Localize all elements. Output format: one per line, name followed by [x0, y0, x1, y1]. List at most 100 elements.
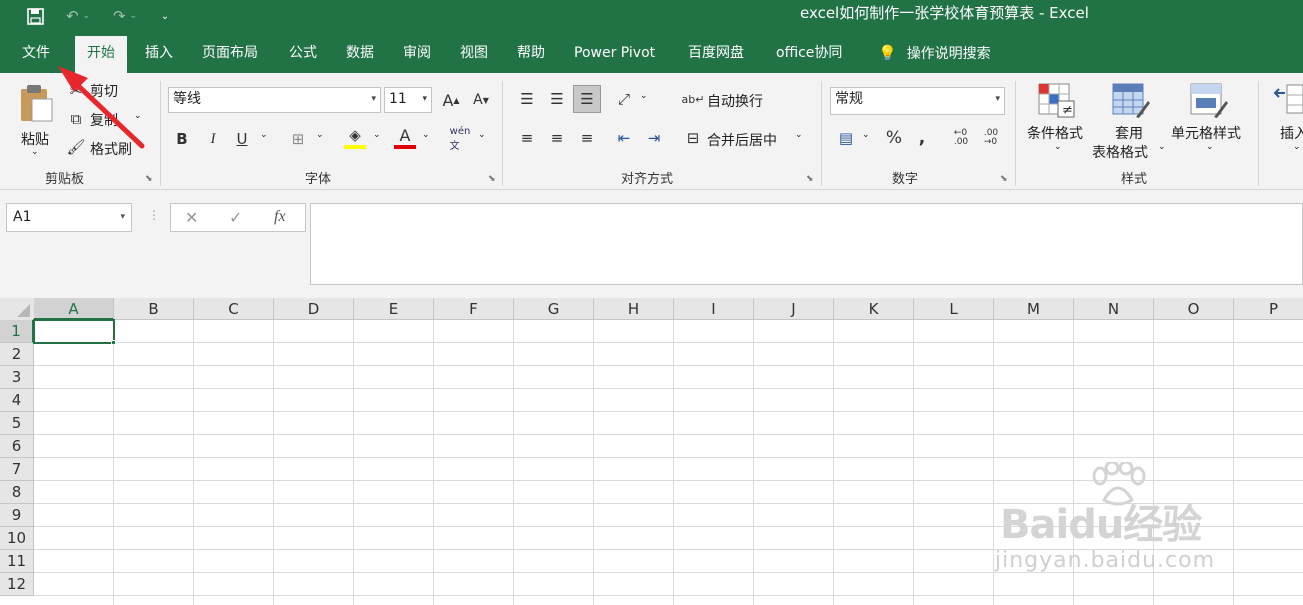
font-color-dropdown-icon[interactable]: ⌄: [422, 130, 430, 140]
borders-dropdown-icon[interactable]: ⌄: [316, 130, 324, 140]
column-header[interactable]: H: [594, 298, 674, 320]
merge-center-button[interactable]: 合并后居中: [707, 130, 777, 150]
decrease-decimal-icon[interactable]: .00 →0: [980, 127, 1002, 149]
number-launcher-icon[interactable]: ⬊: [1000, 174, 1008, 184]
align-bottom-icon[interactable]: ☰: [573, 85, 601, 113]
drag-handle-icon[interactable]: ⋮: [148, 208, 160, 222]
select-all-icon[interactable]: [0, 298, 34, 320]
column-header[interactable]: P: [1234, 298, 1303, 320]
number-format-select[interactable]: 常规 ▾: [830, 87, 1005, 115]
redo-icon[interactable]: ↷ ⌄: [105, 4, 145, 28]
tab-data[interactable]: 数据: [346, 36, 374, 73]
increase-font-size-icon[interactable]: A ▲: [440, 89, 462, 111]
undo-icon[interactable]: ↶ ⌄: [58, 4, 98, 28]
cut-button[interactable]: 剪切: [90, 81, 118, 101]
row-header[interactable]: 5: [0, 412, 34, 435]
row-header[interactable]: 6: [0, 435, 34, 458]
orientation-dropdown-icon[interactable]: ⌄: [640, 91, 648, 101]
row-header[interactable]: 12: [0, 573, 34, 596]
column-header[interactable]: M: [994, 298, 1074, 320]
tab-file[interactable]: 文件: [22, 36, 50, 73]
font-name-select[interactable]: 等线 ▾: [168, 87, 381, 113]
column-header[interactable]: O: [1154, 298, 1234, 320]
increase-indent-icon[interactable]: ⇥: [642, 126, 666, 150]
cell-styles-dropdown-icon[interactable]: ⌄: [1206, 142, 1214, 152]
row-header[interactable]: 4: [0, 389, 34, 412]
selected-cell-a1[interactable]: [33, 319, 115, 344]
row-header[interactable]: 1: [0, 320, 34, 343]
column-header[interactable]: D: [274, 298, 354, 320]
column-header[interactable]: J: [754, 298, 834, 320]
column-header[interactable]: F: [434, 298, 514, 320]
name-box[interactable]: A1 ▾: [6, 203, 132, 232]
underline-button[interactable]: U: [232, 128, 252, 150]
customize-quick-access-icon[interactable]: ⌄: [155, 4, 175, 28]
formula-input[interactable]: [310, 203, 1303, 285]
clipboard-launcher-icon[interactable]: ⬊: [145, 174, 153, 184]
row-header[interactable]: 8: [0, 481, 34, 504]
column-header[interactable]: I: [674, 298, 754, 320]
row-header[interactable]: 3: [0, 366, 34, 389]
tab-formulas[interactable]: 公式: [289, 36, 317, 73]
phonetic-dropdown-icon[interactable]: ⌄: [478, 130, 486, 140]
enter-icon[interactable]: ✓: [229, 208, 242, 227]
row-header[interactable]: 7: [0, 458, 34, 481]
column-header[interactable]: K: [834, 298, 914, 320]
comma-style-button[interactable]: ,: [913, 127, 931, 149]
column-header[interactable]: C: [194, 298, 274, 320]
column-header[interactable]: E: [354, 298, 434, 320]
insert-dropdown-icon[interactable]: ⌄: [1293, 142, 1301, 152]
cell-styles-button[interactable]: 单元格样式: [1171, 123, 1241, 143]
insert-cells-button[interactable]: 插入: [1280, 123, 1303, 143]
copy-dropdown-icon[interactable]: ⌄: [134, 111, 142, 121]
borders-icon[interactable]: ⊞: [287, 128, 309, 150]
row-header[interactable]: 10: [0, 527, 34, 550]
fill-color-dropdown-icon[interactable]: ⌄: [373, 130, 381, 140]
tab-baidu-netdisk[interactable]: 百度网盘: [688, 36, 744, 73]
tab-insert[interactable]: 插入: [145, 36, 173, 73]
column-header[interactable]: A: [34, 298, 114, 320]
column-header[interactable]: G: [514, 298, 594, 320]
orientation-icon[interactable]: ⤢: [612, 87, 636, 111]
column-header[interactable]: B: [114, 298, 194, 320]
font-size-select[interactable]: 11 ▾: [384, 87, 432, 113]
format-as-table-label-2[interactable]: 表格格式: [1092, 142, 1148, 162]
column-header[interactable]: L: [914, 298, 994, 320]
tab-office-collab[interactable]: office协同: [776, 36, 842, 73]
tab-home[interactable]: 开始: [75, 36, 127, 73]
font-launcher-icon[interactable]: ⬊: [488, 174, 496, 184]
row-header[interactable]: 9: [0, 504, 34, 527]
percent-style-button[interactable]: %: [883, 127, 905, 149]
row-header[interactable]: 2: [0, 343, 34, 366]
decrease-indent-icon[interactable]: ⇤: [612, 126, 636, 150]
wrap-text-button[interactable]: 自动换行: [707, 91, 763, 111]
copy-button[interactable]: 复制: [90, 110, 118, 130]
bold-button[interactable]: B: [172, 128, 192, 150]
underline-dropdown-icon[interactable]: ⌄: [260, 130, 268, 140]
tab-view[interactable]: 视图: [460, 36, 488, 73]
conditional-formatting-button[interactable]: 条件格式: [1027, 123, 1083, 143]
format-table-dropdown-icon[interactable]: ⌄: [1158, 142, 1166, 152]
fill-handle[interactable]: [111, 340, 116, 345]
conditional-dropdown-icon[interactable]: ⌄: [1054, 142, 1062, 152]
row-header[interactable]: 11: [0, 550, 34, 573]
increase-decimal-icon[interactable]: ←0.00: [950, 127, 972, 149]
italic-button[interactable]: I: [203, 128, 223, 150]
insert-function-icon[interactable]: fx: [274, 208, 286, 226]
align-right-icon[interactable]: ≡: [575, 126, 599, 150]
format-painter-button[interactable]: 格式刷: [90, 139, 132, 159]
save-icon[interactable]: [22, 4, 48, 28]
tab-review[interactable]: 审阅: [403, 36, 431, 73]
alignment-launcher-icon[interactable]: ⬊: [806, 174, 814, 184]
tab-help[interactable]: 帮助: [517, 36, 545, 73]
tell-me-search[interactable]: 💡 操作说明搜索: [878, 36, 991, 73]
decrease-font-size-icon[interactable]: A ▼: [470, 89, 492, 111]
fill-color-button[interactable]: ◈: [343, 126, 367, 150]
font-color-button[interactable]: A: [393, 126, 417, 150]
accounting-dropdown-icon[interactable]: ⌄: [862, 130, 870, 140]
cancel-icon[interactable]: ✕: [185, 208, 198, 227]
align-left-icon[interactable]: ≡: [515, 126, 539, 150]
format-as-table-label-1[interactable]: 套用: [1115, 123, 1143, 143]
accounting-format-icon[interactable]: ▤: [834, 127, 858, 149]
column-header[interactable]: N: [1074, 298, 1154, 320]
